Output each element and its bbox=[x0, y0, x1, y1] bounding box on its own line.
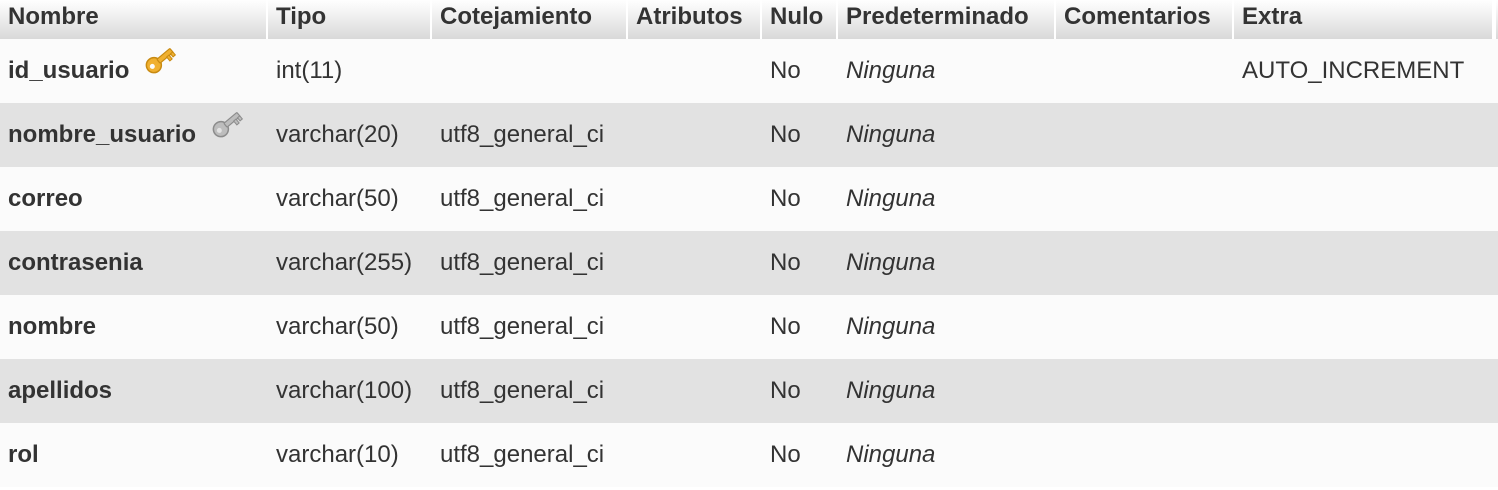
default-cell: Ninguna bbox=[846, 313, 936, 340]
table-row[interactable]: correo varchar(50) utf8_general_ci No Ni… bbox=[0, 167, 1498, 231]
collation-cell: utf8_general_ci bbox=[440, 377, 605, 404]
extra-cell bbox=[1234, 295, 1498, 359]
field-name-cell[interactable]: id_usuario bbox=[0, 39, 268, 103]
column-header-comentarios[interactable]: Comentarios bbox=[1056, 0, 1234, 39]
default-cell: Ninguna bbox=[846, 441, 936, 468]
type-cell: varchar(10) bbox=[276, 441, 399, 468]
table-row[interactable]: id_usuario int(11) No Ninguna AUTO_INCRE… bbox=[0, 39, 1498, 103]
comments-cell bbox=[1056, 39, 1234, 103]
table-row[interactable]: rol varchar(10) utf8_general_ci No Ningu… bbox=[0, 423, 1498, 487]
extra-cell: AUTO_INCREMENT bbox=[1242, 57, 1465, 84]
table-header: Nombre Tipo Cotejamiento Atributos Nulo … bbox=[0, 0, 1498, 39]
header-divider bbox=[1494, 0, 1496, 39]
null-cell: No bbox=[770, 121, 801, 148]
column-header-nombre[interactable]: Nombre bbox=[0, 0, 268, 39]
table-row[interactable]: nombre_usuario varchar(20) utf8_general_… bbox=[0, 103, 1498, 167]
primary-key-icon bbox=[143, 38, 177, 102]
extra-cell bbox=[1234, 423, 1498, 487]
attributes-cell bbox=[628, 39, 762, 103]
type-cell: varchar(20) bbox=[276, 121, 399, 148]
field-name-cell[interactable]: nombre_usuario bbox=[0, 103, 268, 167]
default-cell: Ninguna bbox=[846, 185, 936, 212]
attributes-cell bbox=[628, 231, 762, 295]
type-cell: int(11) bbox=[276, 57, 343, 84]
comments-cell bbox=[1056, 167, 1234, 231]
attributes-cell bbox=[628, 103, 762, 167]
default-cell: Ninguna bbox=[846, 121, 936, 148]
column-header-predeterminado[interactable]: Predeterminado bbox=[838, 0, 1056, 39]
field-name-cell[interactable]: apellidos bbox=[0, 359, 268, 423]
type-cell: varchar(50) bbox=[276, 185, 399, 212]
collation-cell: utf8_general_ci bbox=[440, 313, 605, 340]
default-cell: Ninguna bbox=[846, 377, 936, 404]
extra-cell bbox=[1234, 359, 1498, 423]
field-name-cell[interactable]: rol bbox=[0, 423, 268, 487]
null-cell: No bbox=[770, 377, 801, 404]
comments-cell bbox=[1056, 295, 1234, 359]
null-cell: No bbox=[770, 441, 801, 468]
null-cell: No bbox=[770, 313, 801, 340]
collation-cell: utf8_general_ci bbox=[440, 185, 605, 212]
null-cell: No bbox=[770, 185, 801, 212]
attributes-cell bbox=[628, 167, 762, 231]
collation-cell: utf8_general_ci bbox=[440, 249, 605, 276]
field-name-cell[interactable]: contrasenia bbox=[0, 231, 268, 295]
table-row[interactable]: contrasenia varchar(255) utf8_general_ci… bbox=[0, 231, 1498, 295]
table-row[interactable]: apellidos varchar(100) utf8_general_ci N… bbox=[0, 359, 1498, 423]
type-cell: varchar(50) bbox=[276, 313, 399, 340]
default-cell: Ninguna bbox=[846, 57, 936, 84]
collation-cell: utf8_general_ci bbox=[440, 441, 605, 468]
attributes-cell bbox=[628, 359, 762, 423]
type-cell: varchar(100) bbox=[276, 377, 413, 404]
column-header-atributos[interactable]: Atributos bbox=[628, 0, 762, 39]
default-cell: Ninguna bbox=[846, 249, 936, 276]
column-header-cotejamiento[interactable]: Cotejamiento bbox=[432, 0, 628, 39]
collation-cell: utf8_general_ci bbox=[440, 121, 605, 148]
type-cell: varchar(255) bbox=[276, 249, 413, 276]
extra-cell bbox=[1234, 167, 1498, 231]
attributes-cell bbox=[628, 295, 762, 359]
field-name: id_usuario bbox=[8, 57, 130, 84]
field-name: nombre_usuario bbox=[8, 121, 197, 148]
column-header-extra[interactable]: Extra bbox=[1234, 0, 1494, 39]
table-row[interactable]: nombre varchar(50) utf8_general_ci No Ni… bbox=[0, 295, 1498, 359]
attributes-cell bbox=[628, 423, 762, 487]
extra-cell bbox=[1234, 103, 1498, 167]
field-name-cell[interactable]: nombre bbox=[0, 295, 268, 359]
comments-cell bbox=[1056, 103, 1234, 167]
comments-cell bbox=[1056, 231, 1234, 295]
table-structure: Nombre Tipo Cotejamiento Atributos Nulo … bbox=[0, 0, 1498, 487]
extra-cell bbox=[1234, 231, 1498, 295]
column-header-nulo[interactable]: Nulo bbox=[762, 0, 838, 39]
field-name-cell[interactable]: correo bbox=[0, 167, 268, 231]
comments-cell bbox=[1056, 423, 1234, 487]
null-cell: No bbox=[770, 249, 801, 276]
comments-cell bbox=[1056, 359, 1234, 423]
unique-key-icon bbox=[210, 102, 244, 166]
null-cell: No bbox=[770, 57, 801, 84]
column-header-tipo[interactable]: Tipo bbox=[268, 0, 432, 39]
collation-cell bbox=[432, 39, 628, 103]
